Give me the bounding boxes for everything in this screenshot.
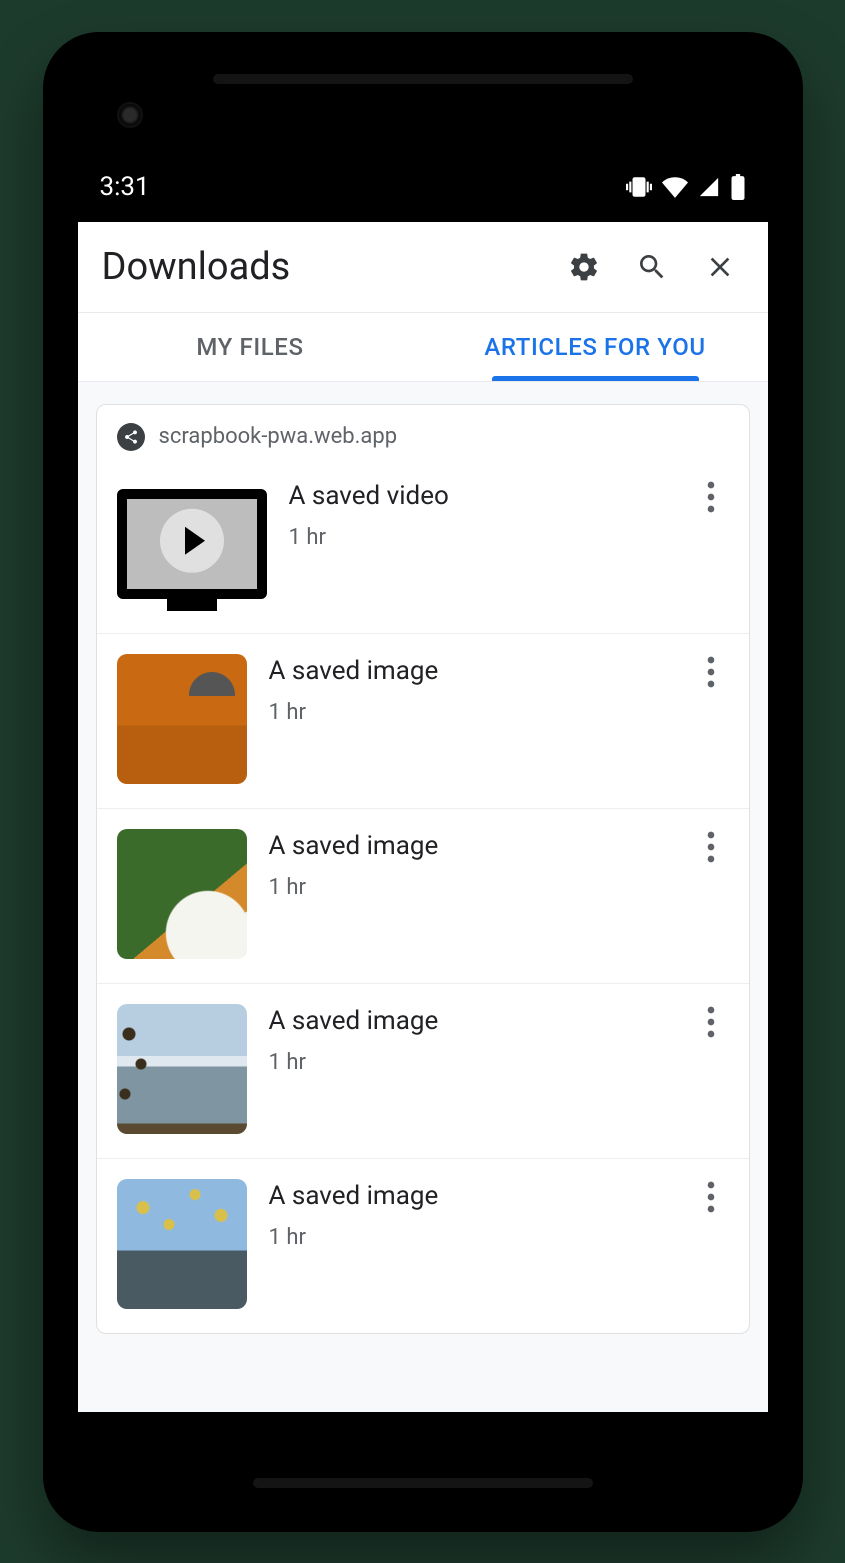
battery-icon <box>730 174 746 200</box>
search-button[interactable] <box>628 243 676 291</box>
card-header: scrapbook-pwa.web.app <box>97 405 749 459</box>
item-subtitle: 1 hr <box>269 700 671 725</box>
tabs: MY FILES ARTICLES FOR YOU <box>78 312 768 382</box>
item-title: A saved image <box>269 1006 671 1036</box>
thumbnail-image <box>117 1004 247 1134</box>
status-bar: 3:31 <box>78 152 768 222</box>
more-button[interactable] <box>693 1179 729 1213</box>
wifi-icon <box>662 174 688 200</box>
tab-articles-for-you[interactable]: ARTICLES FOR YOU <box>423 313 768 381</box>
more-button[interactable] <box>693 479 729 513</box>
cellular-icon <box>698 176 720 198</box>
gear-icon <box>568 251 600 283</box>
tab-label: MY FILES <box>196 333 303 361</box>
downloads-app: Downloads MY FILES ARTICLES FOR YOU <box>78 222 768 1412</box>
thumbnail-image <box>117 1179 247 1309</box>
item-title: A saved video <box>289 481 671 511</box>
list-item[interactable]: A saved image 1 hr <box>97 809 749 984</box>
item-title: A saved image <box>269 1181 671 1211</box>
thumbnail-video <box>117 479 267 609</box>
status-icons <box>626 174 746 200</box>
list-item[interactable]: A saved video 1 hr <box>97 459 749 634</box>
item-subtitle: 1 hr <box>269 1050 671 1075</box>
more-button[interactable] <box>693 1004 729 1038</box>
item-subtitle: 1 hr <box>289 525 671 550</box>
close-icon <box>704 251 736 283</box>
item-subtitle: 1 hr <box>269 1225 671 1250</box>
more-button[interactable] <box>693 829 729 863</box>
more-vert-icon <box>707 1181 715 1213</box>
source-domain: scrapbook-pwa.web.app <box>159 424 398 449</box>
more-vert-icon <box>707 1006 715 1038</box>
phone-frame: 3:31 Downloads <box>43 32 803 1532</box>
list-item[interactable]: A saved image 1 hr <box>97 1159 749 1333</box>
item-title: A saved image <box>269 656 671 686</box>
tab-label: ARTICLES FOR YOU <box>484 333 705 361</box>
settings-button[interactable] <box>560 243 608 291</box>
app-bar: Downloads <box>78 222 768 312</box>
close-button[interactable] <box>696 243 744 291</box>
more-button[interactable] <box>693 654 729 688</box>
vibrate-icon <box>626 174 652 200</box>
content-area[interactable]: scrapbook-pwa.web.app A saved video 1 hr <box>78 382 768 1412</box>
front-camera <box>117 102 143 128</box>
share-icon <box>117 423 145 451</box>
list-item[interactable]: A saved image 1 hr <box>97 634 749 809</box>
play-icon <box>160 508 224 572</box>
page-title: Downloads <box>102 245 540 289</box>
thumbnail-image <box>117 654 247 784</box>
more-vert-icon <box>707 481 715 513</box>
item-title: A saved image <box>269 831 671 861</box>
thumbnail-image <box>117 829 247 959</box>
screen: 3:31 Downloads <box>78 152 768 1412</box>
more-vert-icon <box>707 831 715 863</box>
more-vert-icon <box>707 656 715 688</box>
list-item[interactable]: A saved image 1 hr <box>97 984 749 1159</box>
search-icon <box>636 251 668 283</box>
item-subtitle: 1 hr <box>269 875 671 900</box>
tab-my-files[interactable]: MY FILES <box>78 313 423 381</box>
status-time: 3:31 <box>100 172 150 202</box>
source-card: scrapbook-pwa.web.app A saved video 1 hr <box>96 404 750 1334</box>
